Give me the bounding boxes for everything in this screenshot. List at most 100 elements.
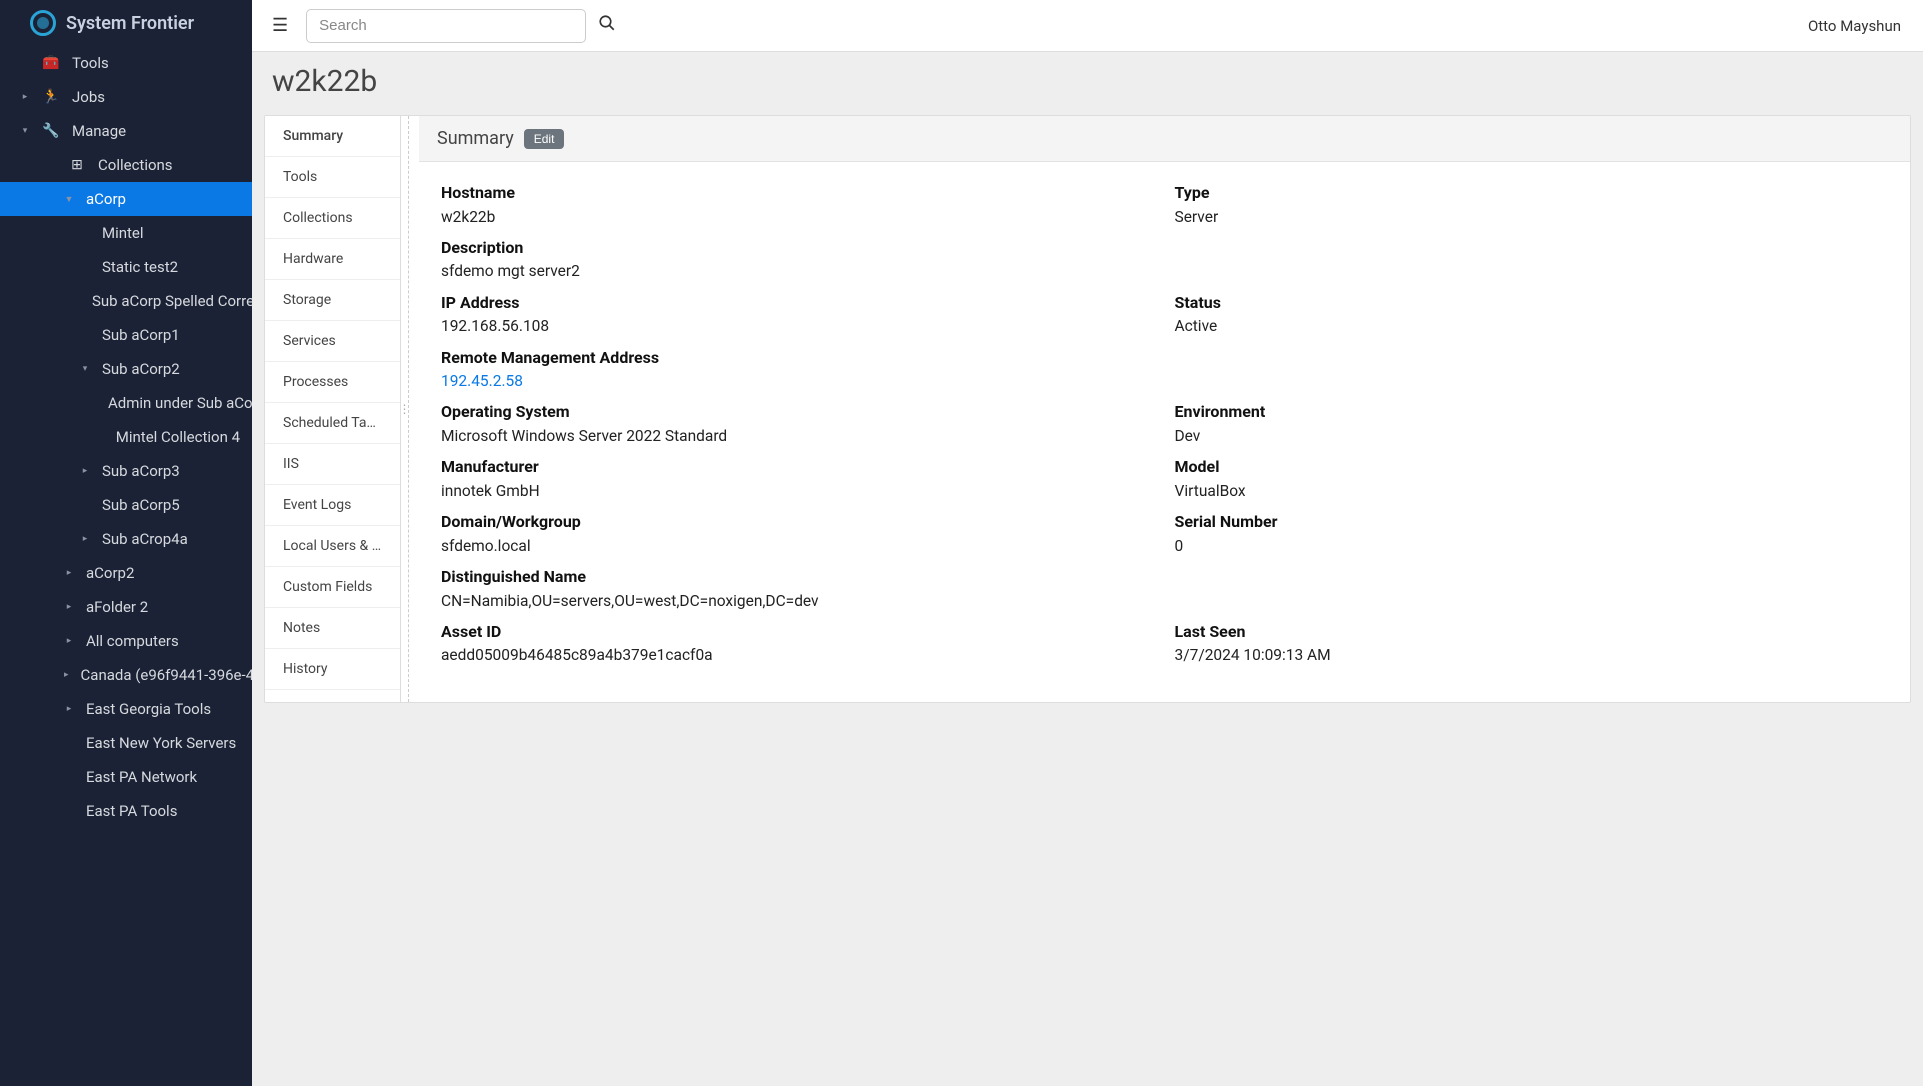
sub-tabs: SummaryToolsCollectionsHardwareStorageSe… bbox=[265, 116, 401, 702]
brand[interactable]: System Frontier bbox=[0, 0, 252, 46]
tree-item[interactable]: Admin under Sub aCorp2 bbox=[0, 386, 252, 420]
env-label: Environment bbox=[1175, 399, 1889, 425]
tree-item-label: Sub aCorp1 bbox=[102, 326, 180, 344]
hostname-value: w2k22b bbox=[441, 206, 1155, 229]
sub-tab-scheduled-tasks[interactable]: Scheduled Tasks bbox=[265, 403, 400, 444]
tree-item-label: East New York Servers bbox=[86, 734, 236, 752]
tree-item-label: East PA Tools bbox=[86, 802, 177, 820]
tree-item-label: East Georgia Tools bbox=[86, 700, 211, 718]
ip-label: IP Address bbox=[441, 290, 1155, 316]
caret-down-icon: ▾ bbox=[20, 126, 30, 136]
nav-jobs[interactable]: ▸ 🏃 Jobs bbox=[0, 80, 252, 114]
description-value: sfdemo mgt server2 bbox=[441, 260, 1888, 283]
nav-manage[interactable]: ▾ 🔧 Manage bbox=[0, 114, 252, 148]
tree-item[interactable]: East New York Servers bbox=[0, 726, 252, 760]
tree-item[interactable]: ▼ aCorp bbox=[0, 182, 252, 216]
sub-tab-local-users-gr-[interactable]: Local Users & Gr... bbox=[265, 526, 400, 567]
search-input[interactable] bbox=[306, 9, 586, 43]
ip-value: 192.168.56.108 bbox=[441, 315, 1155, 338]
chevron-down-icon: ▼ bbox=[64, 194, 74, 205]
collections-icon: ⊞ bbox=[68, 157, 86, 173]
main: ☰ Otto Mayshun w2k22b SummaryToolsCollec… bbox=[252, 0, 1923, 1086]
tree-item-label: Mintel Collection 4 bbox=[116, 428, 240, 446]
sub-tab-collections[interactable]: Collections bbox=[265, 198, 400, 239]
sub-tab-tools[interactable]: Tools bbox=[265, 157, 400, 198]
chevron-right-icon: ▸ bbox=[64, 602, 74, 612]
summary-body: Hostname w2k22b Type Server Description … bbox=[419, 162, 1910, 702]
env-value: Dev bbox=[1175, 425, 1889, 448]
tree-item[interactable]: ▾Sub aCorp2 bbox=[0, 352, 252, 386]
serial-label: Serial Number bbox=[1175, 509, 1889, 535]
asset-label: Asset ID bbox=[441, 619, 1155, 645]
domain-value: sfdemo.local bbox=[441, 535, 1155, 558]
sub-tab-event-logs[interactable]: Event Logs bbox=[265, 485, 400, 526]
hostname-label: Hostname bbox=[441, 180, 1155, 206]
rma-value[interactable]: 192.45.2.58 bbox=[441, 372, 523, 390]
content: SummaryToolsCollectionsHardwareStorageSe… bbox=[252, 115, 1923, 1086]
tree-item[interactable]: Sub aCorp1 bbox=[0, 318, 252, 352]
sub-tab-hardware[interactable]: Hardware bbox=[265, 239, 400, 280]
os-label: Operating System bbox=[441, 399, 1155, 425]
rma-label: Remote Management Address bbox=[441, 345, 1888, 371]
chevron-right-icon: ▸ bbox=[64, 568, 74, 578]
tree-item-label: East PA Network bbox=[86, 768, 197, 786]
hamburger-icon[interactable]: ☰ bbox=[266, 11, 294, 40]
tree-item[interactable]: Mintel bbox=[0, 216, 252, 250]
collections-tree: ⊞Collections ▼ aCorp Mintel Static test2 Sub … bbox=[0, 148, 252, 828]
card-title: Summary bbox=[437, 128, 514, 149]
nav-tools[interactable]: 🧰 Tools bbox=[0, 46, 252, 80]
tree-item[interactable]: East PA Tools bbox=[0, 794, 252, 828]
tree-item-label: Mintel bbox=[102, 224, 144, 242]
model-value: VirtualBox bbox=[1175, 480, 1889, 503]
dn-value: CN=Namibia,OU=servers,OU=west,DC=noxigen… bbox=[441, 590, 1888, 613]
lastseen-value: 3/7/2024 10:09:13 AM bbox=[1175, 644, 1889, 667]
dn-label: Distinguished Name bbox=[441, 564, 1888, 590]
sub-tab-history[interactable]: History bbox=[265, 649, 400, 690]
search-icon bbox=[598, 14, 616, 32]
sub-tab-storage[interactable]: Storage bbox=[265, 280, 400, 321]
tree-item[interactable]: ▸ East Georgia Tools bbox=[0, 692, 252, 726]
tree-item[interactable]: ⊞Collections bbox=[0, 148, 252, 182]
tree-item[interactable]: Static test2 bbox=[0, 250, 252, 284]
edit-button[interactable]: Edit bbox=[524, 129, 565, 149]
description-label: Description bbox=[441, 235, 1888, 261]
toolbox-icon: 🧰 bbox=[42, 55, 60, 71]
tree-item[interactable]: ▸All computers bbox=[0, 624, 252, 658]
lastseen-label: Last Seen bbox=[1175, 619, 1889, 645]
serial-value: 0 bbox=[1175, 535, 1889, 558]
sub-tab-custom-fields[interactable]: Custom Fields bbox=[265, 567, 400, 608]
tree-item-label: aFolder 2 bbox=[86, 598, 148, 616]
tree-item[interactable]: ▸ aFolder 2 bbox=[0, 590, 252, 624]
sub-tab-notes[interactable]: Notes bbox=[265, 608, 400, 649]
sub-tab-iis[interactable]: IIS bbox=[265, 444, 400, 485]
tree-item-label: Sub aCorp5 bbox=[102, 496, 180, 514]
user-menu[interactable]: Otto Mayshun bbox=[1808, 17, 1909, 35]
tree-item[interactable]: ▸Sub aCrop4a bbox=[0, 522, 252, 556]
tree-item[interactable]: ▸ aCorp2 bbox=[0, 556, 252, 590]
resize-handle[interactable]: ⋮ bbox=[401, 116, 409, 702]
sub-tab-processes[interactable]: Processes bbox=[265, 362, 400, 403]
tree-item[interactable]: East PA Network bbox=[0, 760, 252, 794]
tree-item-label: Admin under Sub aCorp2 bbox=[108, 394, 252, 412]
tree-item[interactable]: Sub aCorp5 bbox=[0, 488, 252, 522]
chevron-right-icon: ▸ bbox=[64, 704, 74, 714]
tree-item[interactable]: ▸Sub aCorp3 bbox=[0, 454, 252, 488]
tree-item-label: aCorp2 bbox=[86, 564, 134, 582]
search-button[interactable] bbox=[598, 14, 616, 37]
chevron-right-icon: ▸ bbox=[64, 670, 69, 680]
chevron-right-icon: ▸ bbox=[80, 466, 90, 476]
tree-item-label: Canada (e96f9441-396e-41f8- bbox=[81, 666, 252, 684]
nav-label: Tools bbox=[72, 54, 109, 72]
sub-tab-summary[interactable]: Summary bbox=[265, 116, 400, 157]
nav-label: Jobs bbox=[72, 88, 105, 106]
nav-label: Manage bbox=[72, 122, 126, 140]
asset-value: aedd05009b46485c89a4b379e1cacf0a bbox=[441, 644, 1155, 667]
tree-item[interactable]: ▸ Canada (e96f9441-396e-41f8- bbox=[0, 658, 252, 692]
tree-item[interactable]: Sub aCorp Spelled Correctly bbox=[0, 284, 252, 318]
caret-icon: ▸ bbox=[20, 92, 30, 102]
tree-item[interactable]: Mintel Collection 4 bbox=[0, 420, 252, 454]
tree-item-label: aCorp bbox=[86, 190, 126, 208]
tree-item-label: Static test2 bbox=[102, 258, 178, 276]
tree-item-label: Sub aCrop4a bbox=[102, 530, 188, 548]
sub-tab-services[interactable]: Services bbox=[265, 321, 400, 362]
